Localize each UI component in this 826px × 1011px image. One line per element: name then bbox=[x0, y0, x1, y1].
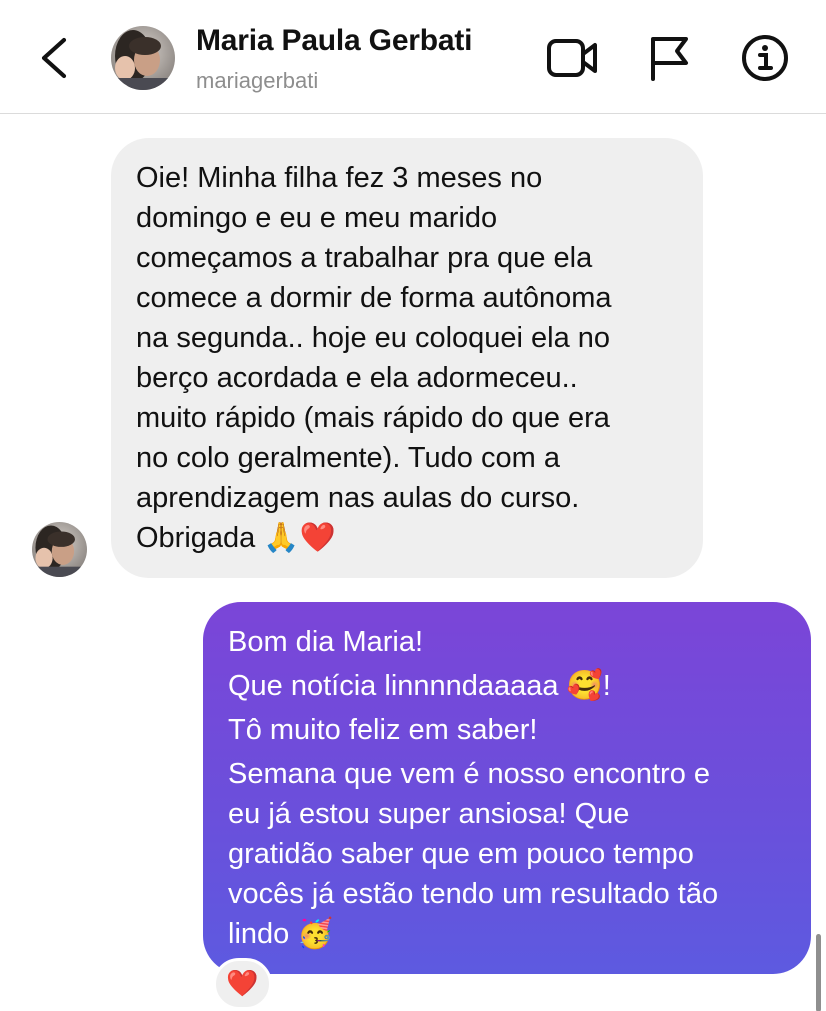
message-line: Obrigada 🙏❤️ bbox=[136, 522, 336, 554]
avatar-photo bbox=[111, 26, 175, 90]
video-call-icon bbox=[547, 39, 597, 77]
chat-header: Maria Paula Gerbati mariagerbati bbox=[0, 0, 826, 114]
message-line: lindo 🥳 bbox=[228, 918, 334, 950]
video-call-button[interactable] bbox=[544, 30, 600, 86]
message-line: gratidão saber que em pouco tempo bbox=[228, 838, 694, 870]
message-line: Oie! Minha filha fez 3 meses no bbox=[136, 162, 543, 194]
sender-avatar[interactable] bbox=[32, 522, 87, 577]
message-reaction[interactable]: ❤️ bbox=[213, 958, 272, 1010]
message-line: na segunda.. hoje eu coloquei ela no bbox=[136, 322, 611, 354]
back-button[interactable] bbox=[30, 30, 80, 86]
avatar-photo bbox=[32, 522, 87, 577]
info-button[interactable] bbox=[737, 30, 793, 86]
message-line: Que notícia linnnndaaaaa 🥰! bbox=[228, 670, 611, 702]
contact-name[interactable]: Maria Paula Gerbati bbox=[196, 24, 473, 58]
message-line: começamos a trabalhar pra que ela bbox=[136, 242, 593, 274]
report-button[interactable] bbox=[642, 30, 698, 86]
contact-username: mariagerbati bbox=[196, 68, 319, 93]
message-line: domingo e eu e meu marido bbox=[136, 202, 498, 234]
message-line: Bom dia Maria! bbox=[228, 626, 424, 658]
message-line: eu já estou super ansiosa! Que bbox=[228, 798, 630, 830]
message-line: Semana que vem é nosso encontro e bbox=[228, 758, 711, 790]
scrollbar[interactable] bbox=[816, 934, 821, 1011]
info-icon bbox=[742, 35, 788, 81]
heart-icon: ❤️ bbox=[226, 969, 259, 999]
contact-avatar[interactable] bbox=[111, 26, 175, 90]
back-arrow-icon bbox=[41, 37, 67, 79]
chat-screen: Maria Paula Gerbati mariagerbati Oie! Mi… bbox=[0, 0, 826, 1011]
outgoing-message-bubble[interactable]: Bom dia Maria! Que notícia linnnndaaaaa … bbox=[203, 602, 811, 974]
message-line: comece a dormir de forma autônoma bbox=[136, 282, 612, 314]
message-line: aprendizagem nas aulas do curso. bbox=[136, 482, 580, 514]
flag-icon bbox=[651, 37, 688, 81]
message-line: berço acordada e ela adormeceu.. bbox=[136, 362, 578, 394]
incoming-message-bubble[interactable]: Oie! Minha filha fez 3 meses no domingo … bbox=[111, 138, 703, 578]
message-line: no colo geralmente). Tudo com a bbox=[136, 442, 560, 474]
message-line: vocês já estão tendo um resultado tão bbox=[228, 878, 719, 910]
message-line: Tô muito feliz em saber! bbox=[228, 714, 538, 746]
message-line: muito rápido (mais rápido do que era bbox=[136, 402, 610, 434]
